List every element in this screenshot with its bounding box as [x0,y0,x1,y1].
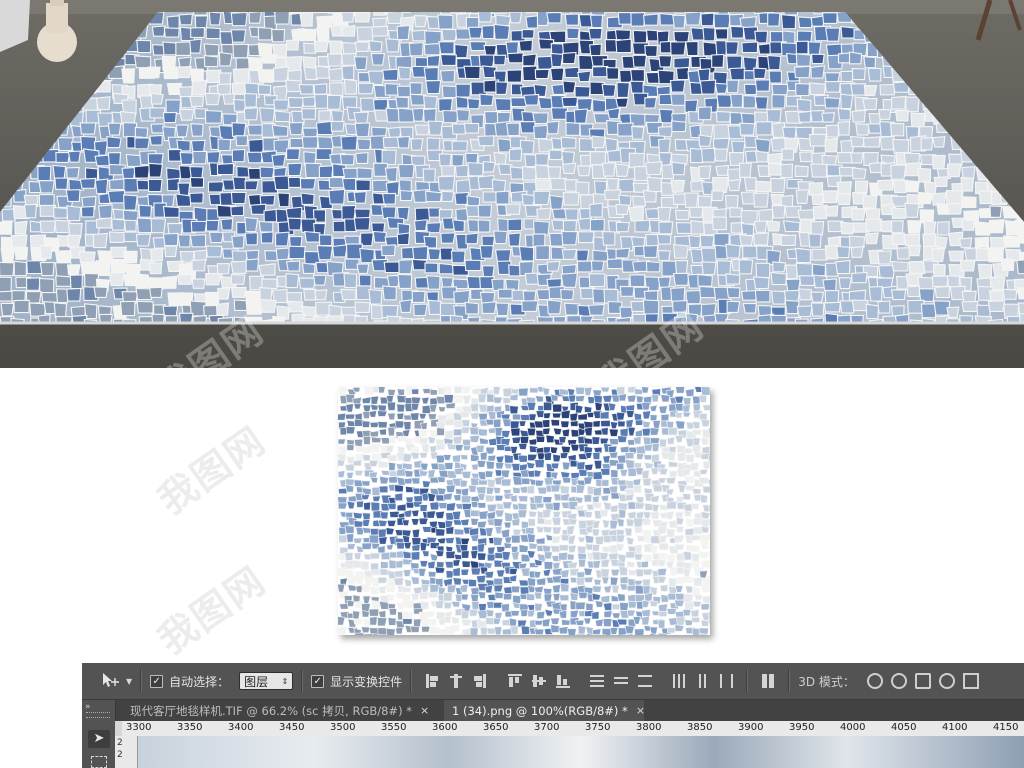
watermark: 我图网 [150,557,274,663]
ruler-tick: 3550 [381,722,407,733]
ruler-tick: 3750 [585,722,611,733]
ruler-tick: 2 [117,750,123,760]
ruler-tick: 3850 [687,722,713,733]
ruler-tick: 3900 [738,722,764,733]
ruler-tick: 2 [117,738,123,748]
panel-grip[interactable] [86,712,110,718]
options-bar: ▼ ✓ 自动选择： 图层 ⇕ ✓ 显示变换控件 3D 模式： [82,663,1024,700]
photoshop-window: ▼ ✓ 自动选择： 图层 ⇕ ✓ 显示变换控件 3D 模式： 现代客厅地毯样机.… [82,663,1024,768]
rug-pattern-preview [338,387,710,635]
move-tool-icon [100,671,124,691]
tab-document-2[interactable]: 1 (34).png @ 100%(RGB/8#) * × [444,700,645,721]
expand-panel-icon[interactable]: » [85,702,91,712]
show-transform-checkbox[interactable]: ✓ 显示变换控件 [311,663,402,699]
auto-select-checkbox[interactable]: ✓ 自动选择： [150,663,229,699]
ruler-tick: 3700 [534,722,560,733]
distribute-left-icon[interactable] [671,673,686,689]
distribute-hcenter-icon[interactable] [695,673,709,689]
ruler-tick: 4100 [942,722,968,733]
ruler-tick: 3400 [228,722,254,733]
chevron-down-icon: ▼ [126,676,133,686]
chevron-updown-icon: ⇕ [281,676,289,686]
3d-mode-label: 3D 模式： [798,674,855,689]
auto-select-label: 自动选择： [169,674,230,689]
close-icon[interactable]: × [636,704,645,717]
horizontal-ruler: 3300 3350 3400 3450 3500 3550 3600 3650 3700 3750… [122,721,1024,737]
ruler-tick: 3300 [126,722,152,733]
align-right-icon[interactable] [473,673,487,689]
distribute-bottom-icon[interactable] [637,673,653,689]
auto-align-button[interactable] [756,663,780,699]
ruler-tick: 3600 [432,722,458,733]
show-transform-label: 显示变换控件 [330,674,403,689]
ruler-tick: 3950 [789,722,815,733]
check-icon: ✓ [311,674,325,688]
ruler-tick: 4000 [840,722,866,733]
layer-select-value: 图层 [244,674,269,689]
align-left-icon[interactable] [425,673,439,689]
ruler-tick: 3500 [330,722,356,733]
marquee-tool-icon[interactable] [91,756,107,768]
distribute-vcenter-icon[interactable] [613,673,629,689]
align-bottom-icon[interactable] [555,673,571,689]
ruler-tick: 3650 [483,722,509,733]
ruler-tick: 3450 [279,722,305,733]
3d-orbit-icon[interactable] [866,673,883,689]
align-vcenter-icon[interactable] [531,673,547,689]
ruler-tick: 4050 [891,722,917,733]
tab-document-1[interactable]: 现代客厅地毯样机.TIF @ 66.2% (sc 拷贝, RGB/8#) * × [122,700,440,721]
document-tabs: 现代客厅地毯样机.TIF @ 66.2% (sc 拷贝, RGB/8#) * ×… [82,700,1024,721]
divider [788,670,791,692]
layer-select-dropdown[interactable]: 图层 ⇕ [239,672,294,690]
ruler-tick: 3350 [177,722,203,733]
auto-align-icon [761,673,775,689]
align-top-icon[interactable] [507,673,523,689]
move-tool-icon[interactable]: ➤ [88,730,110,748]
ruler-tick: 3800 [636,722,662,733]
tab-label: 1 (34).png @ 100%(RGB/8#) * [452,703,628,718]
3d-slide-icon[interactable] [938,673,955,689]
tools-panel: » ➤ [82,700,116,768]
3d-pan-icon[interactable] [914,673,931,689]
distribute-top-icon[interactable] [589,673,605,689]
check-icon: ✓ [150,674,164,688]
align-buttons-group [420,663,738,699]
align-hcenter-icon[interactable] [449,673,463,689]
room-mockup-photo: 我图网 我图网 [0,0,1024,368]
watermark: 我图网 [150,417,274,523]
vertical-ruler: 2 2 [115,736,138,768]
3d-scale-icon[interactable] [962,673,979,689]
divider [301,670,304,692]
ruler-tick: 4150 [993,722,1019,733]
tab-label: 现代客厅地毯样机.TIF @ 66.2% (sc 拷贝, RGB/8#) * [130,703,412,718]
divider [410,670,413,692]
distribute-right-icon[interactable] [719,673,734,689]
close-icon[interactable]: × [420,704,429,717]
rug-scene [0,0,1024,368]
divider [140,670,143,692]
3d-roll-icon[interactable] [890,673,907,689]
mosaic-pattern [338,387,710,635]
move-tool-selector[interactable]: ▼ [82,663,132,699]
divider [746,670,749,692]
document-canvas[interactable] [138,736,1024,768]
